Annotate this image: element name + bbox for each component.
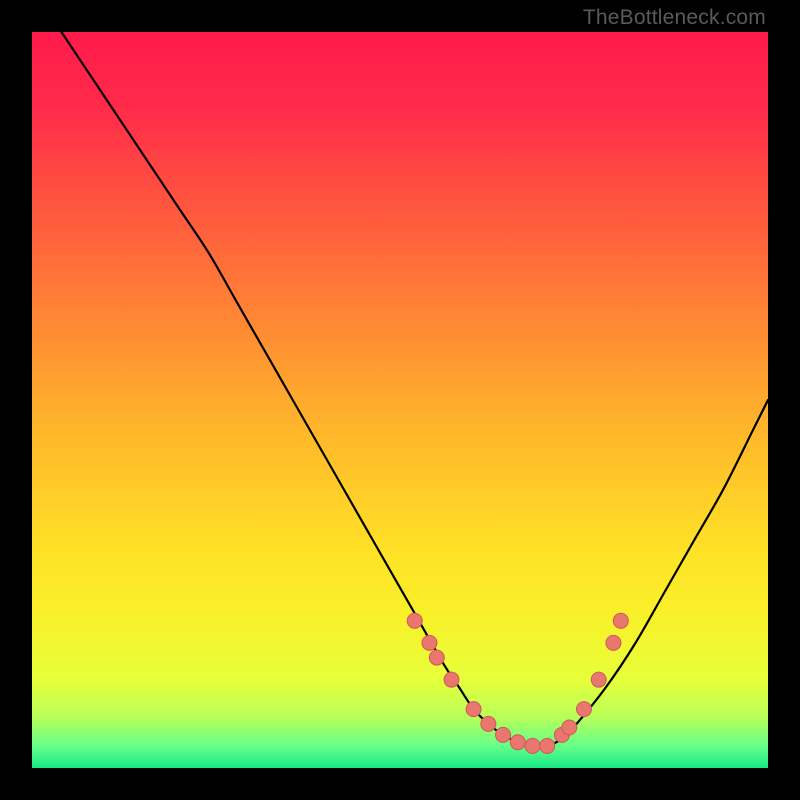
curve-marker [444,672,459,687]
curve-marker [613,613,628,628]
curve-marker [496,727,511,742]
curve-marker [525,738,540,753]
chart-frame: TheBottleneck.com [0,0,800,800]
curve-marker [540,738,555,753]
marker-group [407,613,628,753]
curve-marker [407,613,422,628]
plot-area [32,32,768,768]
curve-marker [466,702,481,717]
watermark-text: TheBottleneck.com [583,6,766,30]
curve-marker [510,735,525,750]
curve-marker [429,650,444,665]
curve-marker [562,720,577,735]
chart-svg [32,32,768,768]
curve-marker [606,635,621,650]
curve-marker [481,716,496,731]
bottleneck-curve [61,32,768,747]
curve-marker [422,635,437,650]
curve-marker [577,702,592,717]
curve-marker [591,672,606,687]
